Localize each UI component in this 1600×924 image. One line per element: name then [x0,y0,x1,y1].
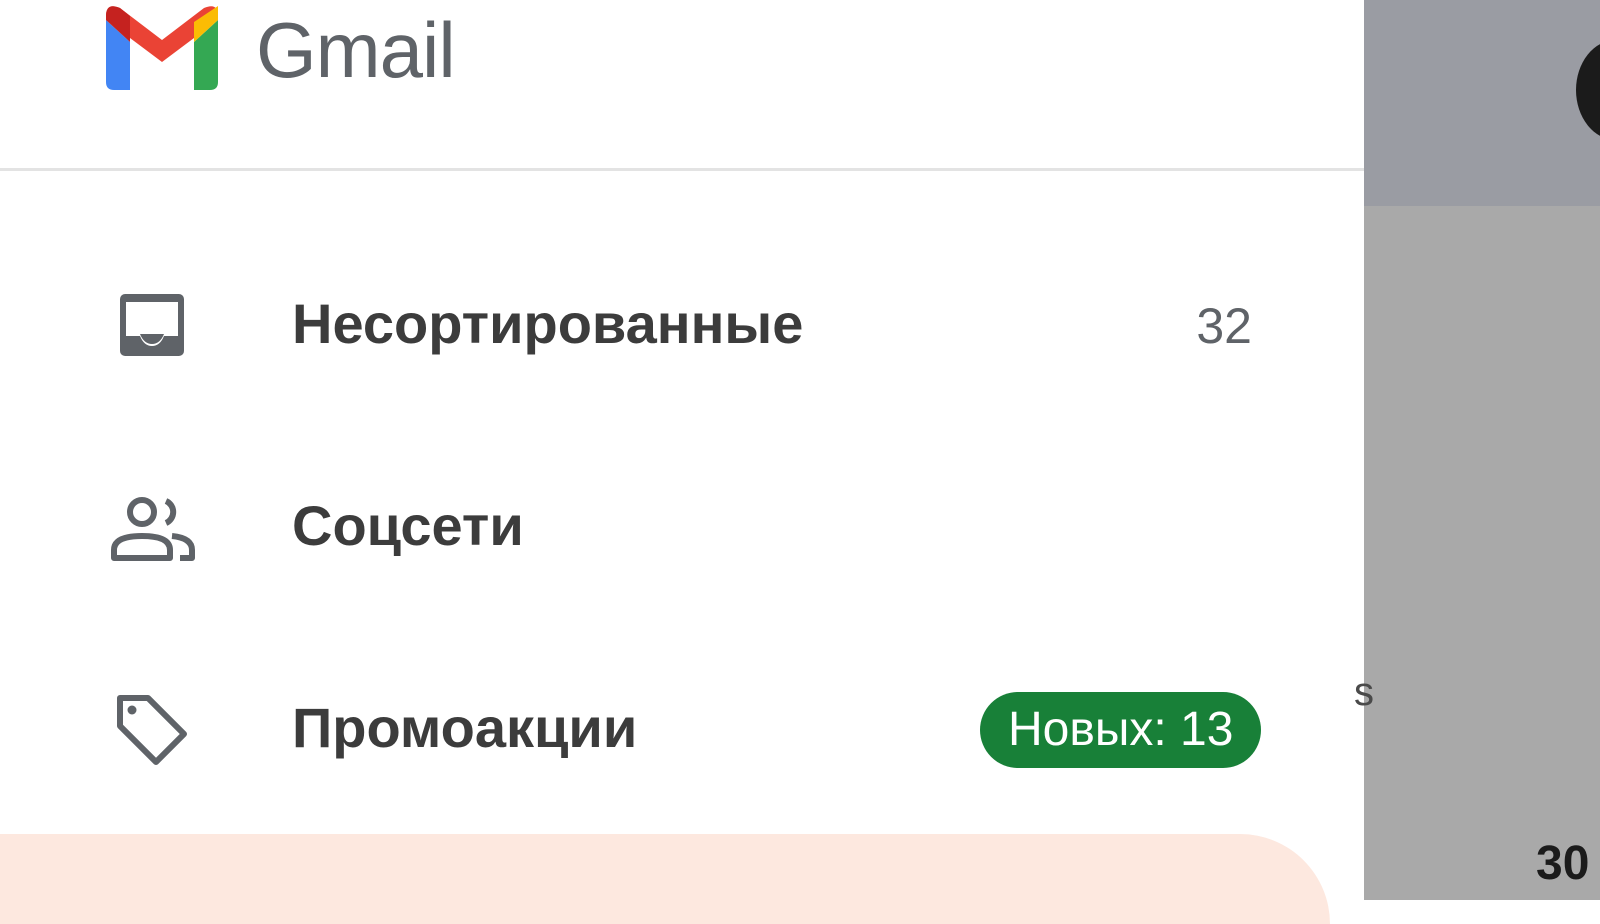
nav-item-primary[interactable]: Несортированные 32 [0,264,1364,384]
app-brand-title: Gmail [256,6,456,94]
nav-item-promotions[interactable]: Промоакции Новых: 13 [0,668,1364,788]
nav-item-label: Несортированные [292,292,804,355]
navigation-drawer: Gmail Несортированные 32 Соцсети Промоак… [0,0,1364,924]
people-icon [111,497,195,561]
unread-count: 32 [1196,298,1252,354]
tag-icon [117,695,187,765]
active-nav-item-highlight[interactable] [0,834,1330,924]
background-text-fragment: s [1354,670,1374,714]
nav-item-label: Промоакции [292,696,638,759]
background-header [1364,0,1600,206]
drawer-header: Gmail [0,0,1364,171]
gmail-logo-icon [106,6,218,90]
inbox-icon [120,294,184,356]
background-date-fragment: 30 [1536,837,1590,890]
nav-item-label: Соцсети [292,494,524,557]
new-count-badge: Новых: 13 [980,692,1262,768]
background-inbox-scrim[interactable]: s 30 [1354,0,1600,900]
nav-item-social[interactable]: Соцсети [0,466,1364,586]
